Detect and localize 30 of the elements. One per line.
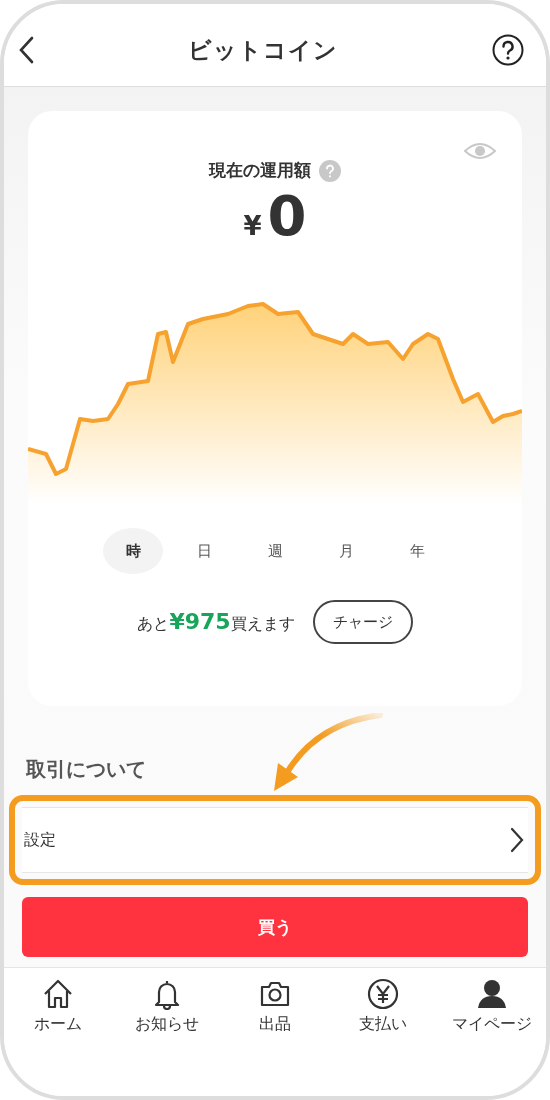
settings-label: 設定 bbox=[24, 829, 56, 851]
period-tab[interactable]: 日 bbox=[174, 528, 234, 574]
yen-coin-icon bbox=[367, 978, 400, 1010]
chevron-icon bbox=[510, 827, 524, 853]
help-icon[interactable] bbox=[492, 34, 524, 66]
person-icon bbox=[475, 978, 508, 1010]
period-tab[interactable]: 月 bbox=[316, 528, 376, 574]
remaining-text: あと¥975買えます bbox=[137, 609, 295, 635]
nav-item[interactable]: ホーム bbox=[8, 978, 109, 1035]
nav-item[interactable]: 出品 bbox=[224, 978, 325, 1035]
nav-label: 支払い bbox=[359, 1014, 408, 1035]
period-tab[interactable]: 年 bbox=[387, 528, 447, 574]
nav-label: マイページ bbox=[451, 1014, 532, 1035]
buy-button[interactable]: 買う bbox=[22, 897, 528, 957]
nav-item[interactable]: 支払い bbox=[333, 978, 434, 1035]
back-icon[interactable] bbox=[18, 36, 34, 64]
balance-amount: 0 bbox=[267, 188, 307, 244]
balance-label: 現在の運用額 bbox=[209, 159, 311, 182]
page-title: ビットコイン bbox=[188, 35, 338, 65]
settings-row[interactable]: 設定 bbox=[22, 807, 528, 873]
currency-symbol: ¥ bbox=[243, 211, 262, 241]
charge-button[interactable]: チャージ bbox=[312, 600, 413, 644]
nav-item[interactable]: お知らせ bbox=[116, 978, 217, 1035]
section-title: 取引について bbox=[26, 756, 147, 783]
period-tab[interactable]: 時 bbox=[103, 528, 163, 574]
period-tab[interactable]: 週 bbox=[245, 528, 305, 574]
nav-label: 出品 bbox=[258, 1014, 291, 1035]
nav-label: お知らせ bbox=[134, 1014, 199, 1035]
nav-item[interactable]: マイページ bbox=[441, 978, 542, 1035]
nav-label: ホーム bbox=[34, 1014, 83, 1035]
